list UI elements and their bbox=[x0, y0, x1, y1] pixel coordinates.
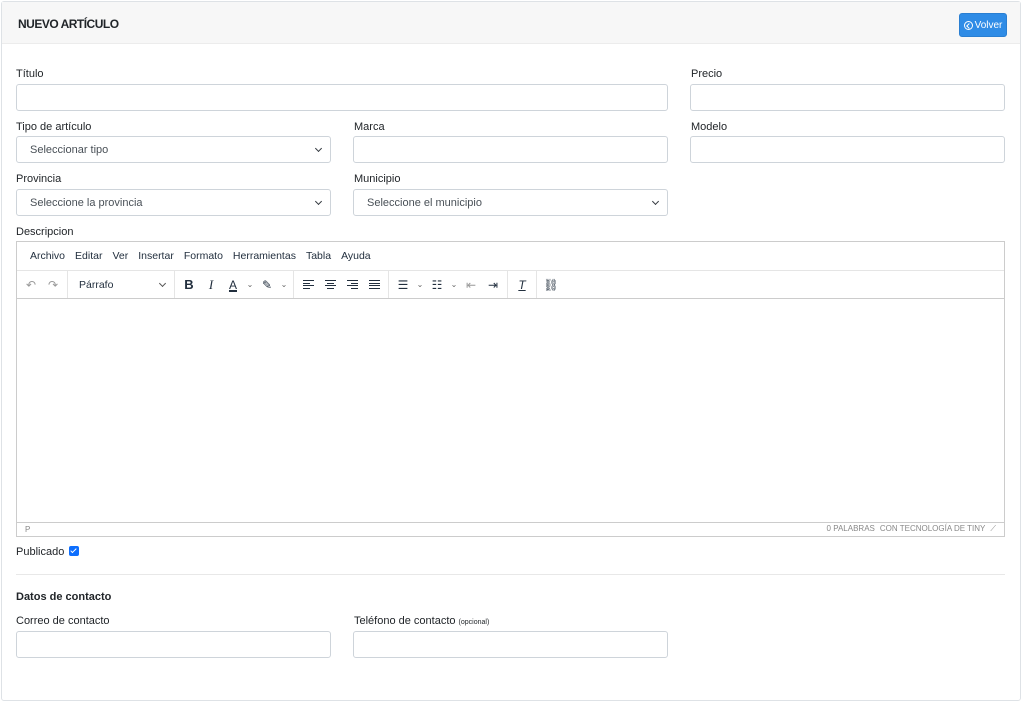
clear-formatting-icon[interactable]: T bbox=[511, 274, 533, 296]
menu-archivo[interactable]: Archivo bbox=[25, 250, 70, 262]
tipo-select-value: Seleccionar tipo bbox=[30, 143, 109, 156]
phone-label: Teléfono de contacto bbox=[354, 615, 456, 627]
phone-optional-note: (opcional) bbox=[458, 619, 490, 626]
word-count[interactable]: 0 PALABRAS bbox=[827, 524, 875, 534]
divider bbox=[16, 574, 1005, 575]
indent-icon[interactable]: ⇥ bbox=[482, 274, 504, 296]
circle-arrow-left-icon bbox=[963, 20, 973, 30]
descripcion-label: Descripcion bbox=[16, 226, 74, 238]
menu-formato[interactable]: Formato bbox=[179, 250, 228, 262]
contact-section-title: Datos de contacto bbox=[16, 591, 112, 603]
align-center-icon[interactable] bbox=[319, 274, 341, 296]
element-path[interactable]: P bbox=[25, 525, 30, 534]
chevron-down-icon[interactable]: ⌄ bbox=[278, 274, 290, 296]
email-label: Correo de contacto bbox=[16, 615, 110, 627]
publicado-field: Publicado bbox=[16, 546, 80, 558]
menu-ayuda[interactable]: Ayuda bbox=[336, 250, 376, 262]
list-group: ☰ ⌄ ☷ ⌄ ⇤ ⇥ bbox=[389, 271, 508, 298]
block-format-select[interactable]: Párrafo bbox=[71, 274, 171, 296]
modelo-input[interactable] bbox=[690, 136, 1005, 163]
blocks-group: Párrafo bbox=[68, 271, 175, 298]
menu-herramientas[interactable]: Herramientas bbox=[228, 250, 301, 262]
phone-label-wrapper: Teléfono de contacto (opcional) bbox=[354, 615, 489, 627]
clear-group: T bbox=[508, 271, 537, 298]
card-header: NUEVO ARTÍCULO Volver bbox=[2, 2, 1020, 44]
titulo-label: Título bbox=[16, 68, 44, 80]
marca-label: Marca bbox=[354, 121, 385, 133]
phone-field[interactable] bbox=[353, 631, 668, 658]
chevron-down-icon bbox=[158, 279, 167, 287]
back-button[interactable]: Volver bbox=[959, 13, 1007, 37]
italic-icon[interactable]: I bbox=[200, 274, 222, 296]
chevron-down-icon[interactable]: ⌄ bbox=[414, 274, 426, 296]
menu-tabla[interactable]: Tabla bbox=[301, 250, 336, 262]
align-group bbox=[294, 271, 389, 298]
publicado-label: Publicado bbox=[16, 546, 65, 558]
history-group: ↶ ↷ bbox=[17, 271, 68, 298]
rich-text-editor: Archivo Editar Ver Insertar Formato Herr… bbox=[16, 241, 1005, 537]
menu-insertar[interactable]: Insertar bbox=[133, 250, 179, 262]
chevron-down-icon[interactable]: ⌄ bbox=[448, 274, 460, 296]
tipo-label: Tipo de artículo bbox=[16, 121, 92, 133]
bold-icon[interactable]: B bbox=[178, 274, 200, 296]
chevron-down-icon bbox=[314, 144, 323, 153]
chevron-down-icon bbox=[651, 197, 660, 206]
align-justify-icon[interactable] bbox=[363, 274, 385, 296]
undo-icon[interactable]: ↶ bbox=[20, 274, 42, 296]
format-group: B I A ⌄ ✎ ⌄ bbox=[175, 271, 294, 298]
outdent-icon[interactable]: ⇤ bbox=[460, 274, 482, 296]
powered-by-link[interactable]: CON TECNOLOGÍA DE TINY bbox=[880, 524, 986, 534]
resize-handle-icon[interactable]: ⟋ bbox=[990, 524, 996, 534]
link-icon[interactable]: ⛓ bbox=[540, 274, 562, 296]
menu-ver[interactable]: Ver bbox=[107, 250, 133, 262]
link-group: ⛓ bbox=[537, 271, 565, 298]
provincia-label: Provincia bbox=[16, 173, 62, 185]
align-right-icon[interactable] bbox=[341, 274, 363, 296]
highlight-color-icon[interactable]: ✎ bbox=[256, 274, 278, 296]
bullet-list-icon[interactable]: ☰ bbox=[392, 274, 414, 296]
chevron-down-icon[interactable]: ⌄ bbox=[244, 274, 256, 296]
tipo-select[interactable]: Seleccionar tipo bbox=[16, 136, 331, 163]
email-field[interactable] bbox=[16, 631, 331, 658]
block-format-value: Párrafo bbox=[79, 278, 114, 291]
precio-input[interactable] bbox=[690, 84, 1005, 111]
chevron-down-icon bbox=[314, 197, 323, 206]
editor-statusbar: P 0 PALABRAS CON TECNOLOGÍA DE TINY ⟋ bbox=[17, 522, 1004, 535]
precio-label: Precio bbox=[691, 68, 723, 80]
provincia-select[interactable]: Seleccione la provincia bbox=[16, 189, 331, 216]
municipio-select[interactable]: Seleccione el municipio bbox=[353, 189, 668, 216]
numbered-list-icon[interactable]: ☷ bbox=[426, 274, 448, 296]
modelo-label: Modelo bbox=[691, 121, 728, 133]
back-button-label: Volver bbox=[974, 19, 1003, 31]
marca-input[interactable] bbox=[353, 136, 668, 163]
provincia-select-value: Seleccione la provincia bbox=[30, 196, 143, 209]
page-title: NUEVO ARTÍCULO bbox=[18, 17, 119, 31]
titulo-input[interactable] bbox=[16, 84, 668, 111]
editor-content-area[interactable] bbox=[17, 299, 1004, 522]
editor-menubar: Archivo Editar Ver Insertar Formato Herr… bbox=[17, 242, 1004, 271]
text-color-icon[interactable]: A bbox=[222, 274, 244, 296]
align-left-icon[interactable] bbox=[297, 274, 319, 296]
municipio-label: Municipio bbox=[354, 173, 401, 185]
municipio-select-value: Seleccione el municipio bbox=[367, 196, 482, 209]
redo-icon[interactable]: ↷ bbox=[42, 274, 64, 296]
editor-toolbar: ↶ ↷ Párrafo B I A ⌄ ✎ ⌄ ☰ ⌄ ☷ ⌄ ⇤ ⇥ T ⛓ bbox=[17, 271, 1004, 299]
publicado-checkbox[interactable] bbox=[69, 546, 80, 556]
menu-editar[interactable]: Editar bbox=[70, 250, 107, 262]
